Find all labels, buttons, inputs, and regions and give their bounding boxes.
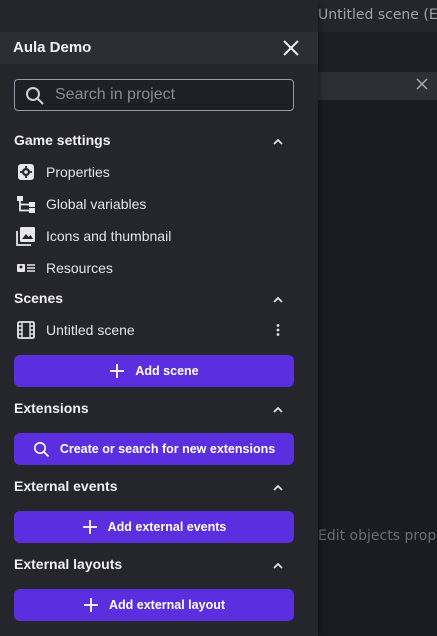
- section-external-events: External events: [14, 478, 304, 498]
- menu-item-label: Resources: [46, 260, 113, 276]
- section-game-settings: Game settings: [14, 132, 304, 152]
- section-title: Extensions: [14, 400, 89, 416]
- chevron-up-icon[interactable]: [272, 136, 284, 148]
- image-icon: [16, 227, 35, 246]
- section-title: Scenes: [14, 290, 64, 306]
- plus-icon: [84, 598, 98, 612]
- menu-item-label: Properties: [46, 164, 110, 180]
- button-label: Add external layout: [109, 598, 225, 612]
- resources-icon: [17, 264, 35, 272]
- section-scenes: Scenes: [14, 290, 304, 310]
- drawer-header: Aula Demo: [0, 32, 318, 64]
- add-external-events-button[interactable]: Add external events: [14, 511, 294, 543]
- chevron-up-icon[interactable]: [272, 482, 284, 494]
- search-field[interactable]: [14, 79, 294, 111]
- close-icon[interactable]: [281, 38, 301, 58]
- section-title: External layouts: [14, 556, 123, 572]
- search-extensions-button[interactable]: Create or search for new extensions: [14, 433, 294, 465]
- menu-item-global-variables[interactable]: Global variables: [14, 190, 304, 218]
- chevron-up-icon[interactable]: [272, 294, 284, 306]
- search-icon: [33, 441, 49, 457]
- menu-item-icons-thumbnail[interactable]: Icons and thumbnail: [14, 222, 304, 250]
- chevron-up-icon[interactable]: [272, 404, 284, 416]
- section-external-layouts: External layouts: [14, 556, 304, 576]
- section-title: External events: [14, 478, 118, 494]
- scene-item-untitled[interactable]: Untitled scene: [14, 316, 304, 344]
- close-panel-icon[interactable]: [416, 78, 428, 90]
- project-title: Aula Demo: [13, 39, 92, 56]
- gear-icon: [18, 164, 34, 180]
- editor-tab-title[interactable]: Untitled scene (Events): [318, 7, 437, 23]
- plus-icon: [110, 364, 125, 378]
- scene-item-label: Untitled scene: [46, 322, 135, 338]
- menu-item-label: Icons and thumbnail: [46, 228, 172, 244]
- menu-item-properties[interactable]: Properties: [14, 158, 304, 186]
- editor-canvas: [318, 100, 437, 636]
- button-label: Add external events: [107, 520, 227, 534]
- button-label: Create or search for new extensions: [59, 442, 276, 456]
- button-label: Add scene: [135, 364, 199, 378]
- menu-item-label: Global variables: [46, 196, 147, 212]
- project-manager-drawer: Aula Demo Game settings Properties: [0, 0, 318, 636]
- plus-icon: [82, 520, 97, 534]
- menu-item-resources[interactable]: Resources: [14, 254, 304, 282]
- search-icon: [26, 87, 44, 105]
- section-title: Game settings: [14, 132, 111, 148]
- more-vertical-icon[interactable]: [270, 322, 286, 338]
- film-icon: [17, 321, 35, 339]
- add-external-layout-button[interactable]: Add external layout: [14, 589, 294, 621]
- variables-tree-icon: [17, 196, 35, 213]
- section-extensions: Extensions: [14, 400, 304, 420]
- search-input[interactable]: [55, 84, 285, 106]
- add-scene-button[interactable]: Add scene: [14, 355, 294, 387]
- chevron-up-icon[interactable]: [272, 560, 284, 572]
- editor-hint-text: Edit objects properties: [318, 528, 437, 544]
